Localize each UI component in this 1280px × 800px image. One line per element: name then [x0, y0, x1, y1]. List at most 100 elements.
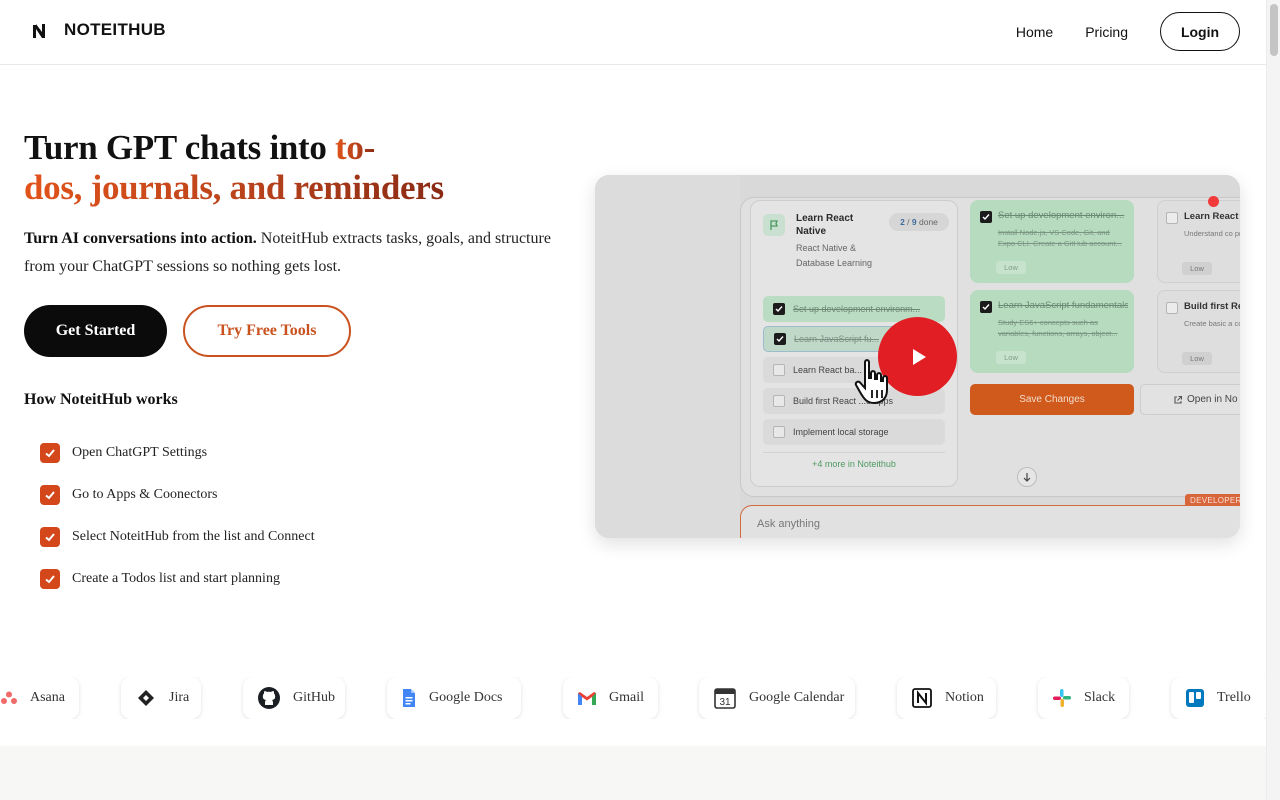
subhead-bold: Turn AI conversations into action.: [24, 230, 257, 247]
recording-dot-icon: [1208, 196, 1219, 207]
brand-name: NOTEITHUB: [64, 20, 166, 39]
video-sidebar-area: [595, 175, 740, 538]
save-changes-button: Save Changes: [970, 384, 1134, 415]
step-item: Open ChatGPT Settings: [40, 432, 315, 474]
open-label: Open in No: [1187, 394, 1238, 405]
step-text: Open ChatGPT Settings: [72, 445, 208, 460]
gmail-icon: [578, 691, 596, 705]
step-text: Select NoteitHub from the list and Conne…: [72, 529, 315, 544]
external-link-icon: [1174, 395, 1183, 404]
scrollbar-thumb[interactable]: [1270, 4, 1278, 56]
integration-chip: Slack: [1038, 677, 1129, 719]
login-button[interactable]: Login: [1160, 12, 1240, 51]
detail-title: Learn React: [1184, 211, 1239, 222]
logo-icon: [33, 22, 45, 38]
integration-name: Jira: [169, 690, 190, 705]
detail-description: Create basic a components, s: [1184, 319, 1240, 328]
nav-home[interactable]: Home: [1016, 24, 1053, 40]
notion-icon: [912, 688, 932, 708]
task-detail-card: Learn JavaScript fundamentals Study ES6+…: [970, 290, 1134, 373]
try-free-tools-button[interactable]: Try Free Tools: [183, 305, 351, 357]
hero-headline: Turn GPT chats into to- dos, journals, a…: [24, 128, 584, 208]
checkbox-empty-icon: [1166, 212, 1178, 224]
detail-title: Set up development environ...: [998, 210, 1125, 221]
task-detail-card: Set up development environ... Install No…: [970, 200, 1134, 283]
subhead-line1: NoteitHub extracts tasks, goals, and str…: [256, 230, 551, 247]
integration-chip: Google Docs: [387, 677, 521, 719]
headline-accent-2: dos, journals, and reminders: [24, 168, 444, 207]
asana-icon: [1, 691, 17, 704]
integration-name: Gmail: [609, 690, 644, 705]
step-item: Go to Apps & Coonectors: [40, 474, 315, 516]
integration-name: Asana: [30, 690, 65, 705]
integration-chip: Jira: [121, 677, 201, 719]
google-calendar-icon: 31: [714, 688, 736, 709]
integration-chip: GitHub: [243, 677, 345, 719]
get-started-button[interactable]: Get Started: [24, 305, 167, 357]
checkbox-checked-icon: [774, 333, 786, 345]
task-detail-card: Learn React Understand co props, state, …: [1157, 200, 1240, 283]
integrations-strip: Asana Jira GitHub Google Docs Gmail 31 G…: [0, 677, 1266, 719]
jira-icon: [138, 690, 154, 706]
checkbox-checked-icon: [40, 485, 60, 505]
priority-badge: Low: [996, 351, 1026, 364]
integration-chip: Notion: [897, 677, 996, 719]
list-subtitle: React Native & Database Learning: [796, 243, 873, 268]
step-item: Create a Todos list and start planning: [40, 558, 315, 600]
integration-chip: Gmail: [563, 677, 658, 719]
step-text: Go to Apps & Coonectors: [72, 487, 218, 502]
how-steps-list: Open ChatGPT Settings Go to Apps & Coone…: [40, 432, 315, 600]
step-text: Create a Todos list and start planning: [72, 571, 280, 586]
hand-cursor-icon: [854, 359, 888, 405]
done-count: 2: [900, 217, 905, 227]
task-detail-card: Build first Re Create basic a components…: [1157, 290, 1240, 373]
subhead-line2: from your ChatGPT sessions so nothing ge…: [24, 258, 342, 275]
chat-placeholder: Ask anything: [757, 518, 820, 530]
checkbox-checked-icon: [773, 303, 785, 315]
detail-description: Study ES6+ concepts such as variables, f…: [998, 318, 1118, 338]
task-label: Implement local storage: [793, 427, 889, 437]
how-it-works-title: How NoteitHub works: [24, 391, 178, 408]
task-row: Implement local storage: [763, 419, 945, 445]
play-icon: [912, 348, 926, 365]
github-icon: [258, 687, 280, 709]
integration-name: Slack: [1084, 690, 1116, 705]
checkbox-checked-icon: [980, 211, 992, 223]
done-total: 9: [911, 217, 917, 227]
integration-chip: Trello: [1171, 677, 1266, 719]
priority-badge: Low: [996, 261, 1026, 274]
checkbox-checked-icon: [40, 443, 60, 463]
checkbox-empty-icon: [773, 364, 785, 376]
detail-title: Learn JavaScript fundamentals: [998, 300, 1128, 311]
integration-name: GitHub: [293, 690, 335, 705]
demo-video[interactable]: Learn React Native React Native & Databa…: [595, 175, 1240, 538]
checkbox-checked-icon: [40, 527, 60, 547]
arrow-down-icon: [1017, 467, 1037, 487]
more-tasks-link: +4 more in Noteithub: [763, 452, 945, 474]
nav-pricing[interactable]: Pricing: [1085, 24, 1128, 40]
page-scrollbar[interactable]: [1266, 0, 1280, 800]
open-in-notion-button: Open in No: [1140, 384, 1240, 415]
brand-logo[interactable]: NOTEITHUB: [30, 20, 166, 40]
checkbox-empty-icon: [773, 395, 785, 407]
hero-subhead: Turn AI conversations into action. Notei…: [24, 225, 564, 281]
checkbox-checked-icon: [980, 301, 992, 313]
task-label: Learn JavaScript fu...: [794, 334, 880, 344]
slack-icon: [1053, 689, 1071, 707]
integration-name: Google Calendar: [749, 690, 845, 705]
detail-description: Install Node.js, VS Code, Git, and Expo …: [998, 228, 1122, 248]
headline-accent-1: to-: [335, 128, 375, 167]
google-docs-icon: [403, 689, 415, 707]
list-title: Learn React Native: [796, 213, 854, 237]
integration-chip: Asana: [0, 677, 79, 719]
integration-name: Notion: [945, 690, 984, 705]
priority-badge: Low: [1182, 352, 1212, 365]
checkbox-checked-icon: [40, 569, 60, 589]
headline-plain: Turn GPT chats into: [24, 128, 336, 167]
trello-icon: [1186, 689, 1204, 707]
step-item: Select NoteitHub from the list and Conne…: [40, 516, 315, 558]
site-header: NOTEITHUB Home Pricing Login: [0, 0, 1266, 65]
detail-title: Build first Re: [1184, 301, 1240, 312]
detail-description: Understand co props, state, u: [1184, 229, 1240, 238]
checkbox-empty-icon: [773, 426, 785, 438]
